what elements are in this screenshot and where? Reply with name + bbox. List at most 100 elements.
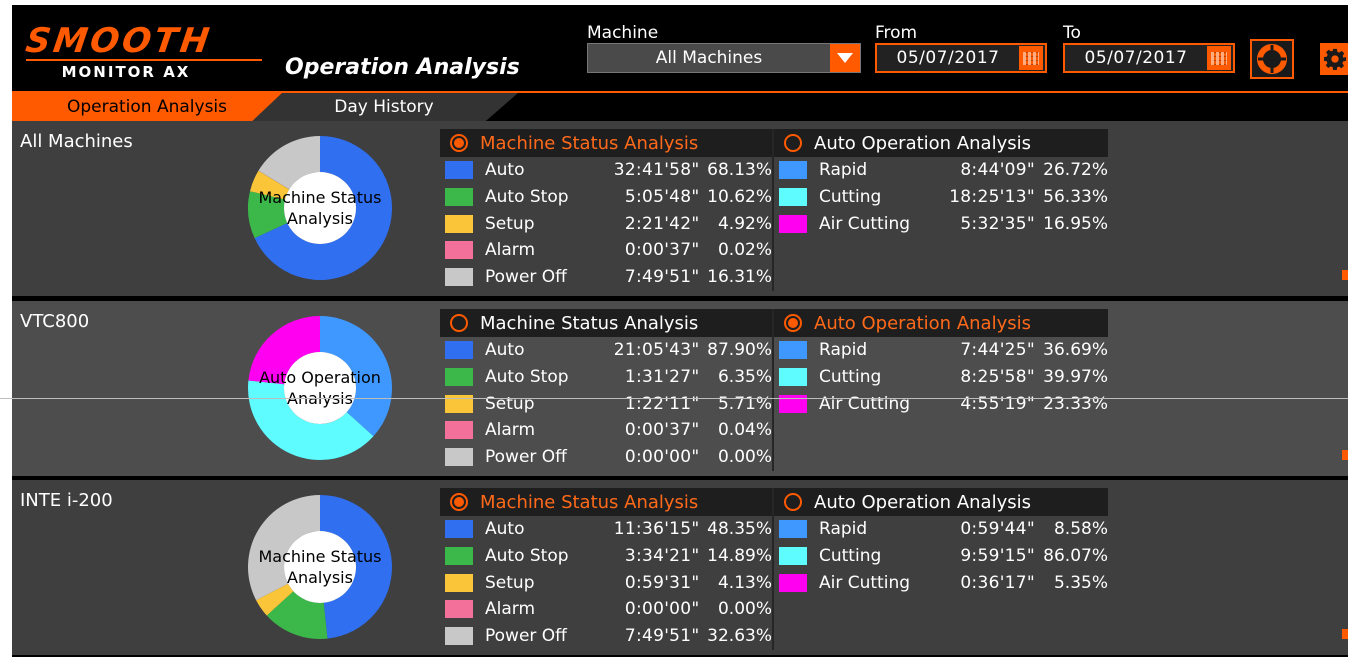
row-label: Setup: [485, 572, 535, 593]
auto-operation-table: Auto Operation Analysis Rapid 7:44'25" 3…: [774, 309, 1108, 471]
status-row: Setup 0:59'31" 4.13%: [440, 569, 772, 596]
row-percent: 4.13%: [717, 572, 772, 593]
calendar-icon[interactable]: [1019, 46, 1043, 70]
auto-operation-title: Auto Operation Analysis: [814, 132, 1031, 154]
row-time: 1:31'27": [624, 367, 700, 388]
auto-operation-table: Auto Operation Analysis Rapid 8:44'09" 2…: [774, 129, 1108, 291]
machine-status-radio[interactable]: Machine Status Analysis: [440, 309, 772, 337]
machine-status-title: Machine Status Analysis: [480, 491, 699, 513]
row-percent: 26.72%: [1043, 160, 1108, 181]
row-percent: 0.00%: [717, 599, 772, 620]
color-swatch: [445, 341, 473, 360]
status-row: Auto Stop 5:05'48" 10.62%: [440, 184, 772, 211]
row-label: Cutting: [819, 546, 882, 567]
row-time: 32:41'58": [613, 160, 700, 181]
status-row: Alarm 0:00'00" 0.00%: [440, 596, 772, 623]
auto-row: Air Cutting 4:55'19" 23.33%: [774, 390, 1108, 417]
row-percent: 36.69%: [1043, 340, 1108, 361]
radio-icon: [450, 493, 468, 511]
color-swatch: [445, 241, 473, 260]
row-label: Power Off: [485, 626, 567, 647]
header: SMOOTH MONITOR AX Operation Analysis Mac…: [12, 5, 1348, 91]
expand-marker[interactable]: [1342, 270, 1348, 280]
expand-marker[interactable]: [1342, 629, 1348, 639]
row-time: 7:44'25": [960, 340, 1036, 361]
app-window: SMOOTH MONITOR AX Operation Analysis Mac…: [12, 5, 1348, 657]
machine-label: Machine: [587, 23, 659, 43]
settings-button[interactable]: [1320, 43, 1348, 75]
status-row: Auto 21:05'43" 87.90%: [440, 337, 772, 364]
color-swatch: [779, 368, 807, 387]
donut-svg: [247, 495, 392, 639]
machine-status-title: Machine Status Analysis: [480, 312, 699, 334]
to-label: To: [1063, 23, 1081, 43]
row-percent: 86.07%: [1043, 546, 1108, 567]
color-swatch: [779, 547, 807, 566]
row-label: Air Cutting: [819, 393, 911, 414]
divider-line: [0, 398, 1348, 399]
row-percent: 48.35%: [707, 519, 772, 540]
row-percent: 6.35%: [717, 367, 772, 388]
calendar-icon[interactable]: [1207, 46, 1231, 70]
color-swatch: [779, 573, 807, 592]
row-label: Alarm: [485, 599, 536, 620]
radio-icon: [784, 134, 802, 152]
row-time: 0:36'17": [960, 572, 1036, 593]
row-label: Auto Stop: [485, 546, 569, 567]
status-row: Auto Stop 1:31'27" 6.35%: [440, 364, 772, 391]
color-swatch: [445, 627, 473, 646]
radio-icon: [450, 134, 468, 152]
row-percent: 16.31%: [707, 267, 772, 288]
row-label: Power Off: [485, 447, 567, 468]
to-date-field[interactable]: 05/07/2017: [1063, 43, 1235, 73]
donut-chart: Machine Status Analysis: [247, 135, 393, 281]
donut-hole: [284, 531, 356, 603]
row-label: Setup: [485, 213, 535, 234]
row-time: 5:32'35": [960, 213, 1036, 234]
machine-select-value: All Machines: [655, 48, 763, 68]
row-label: Auto Stop: [485, 367, 569, 388]
machine-select[interactable]: All Machines: [587, 43, 861, 73]
color-swatch: [445, 600, 473, 619]
row-time: 2:21'42": [624, 213, 700, 234]
row-percent: 87.90%: [707, 340, 772, 361]
color-swatch: [445, 214, 473, 233]
auto-operation-radio[interactable]: Auto Operation Analysis: [774, 488, 1108, 516]
tab-operation-analysis[interactable]: Operation Analysis: [12, 93, 282, 121]
from-date-field[interactable]: 05/07/2017: [875, 43, 1047, 73]
chevron-down-icon[interactable]: [830, 44, 860, 72]
color-swatch: [779, 161, 807, 180]
auto-row: Cutting 9:59'15" 86.07%: [774, 543, 1108, 570]
donut-svg: [248, 316, 392, 460]
auto-operation-radio[interactable]: Auto Operation Analysis: [774, 129, 1108, 157]
row-label: Air Cutting: [819, 213, 911, 234]
color-swatch: [445, 368, 473, 387]
donut-chart: Machine Status Analysis: [247, 494, 393, 640]
row-label: Auto Stop: [485, 187, 569, 208]
machine-panel: INTE i-200 Machine Status Analysis Machi…: [12, 480, 1348, 655]
donut-chart: Auto Operation Analysis: [247, 315, 393, 461]
row-percent: 39.97%: [1043, 367, 1108, 388]
row-time: 4:55'19": [960, 393, 1036, 414]
row-time: 0:00'00": [624, 447, 700, 468]
row-label: Cutting: [819, 367, 882, 388]
row-time: 8:44'09": [960, 160, 1036, 181]
tab-bar: Operation Analysis Day History: [12, 91, 1348, 121]
auto-operation-table: Auto Operation Analysis Rapid 0:59'44" 8…: [774, 488, 1108, 650]
machine-panel: VTC800 Auto Operation Analysis Machine S…: [12, 301, 1348, 476]
machine-status-radio[interactable]: Machine Status Analysis: [440, 488, 772, 516]
row-percent: 32.63%: [707, 626, 772, 647]
run-analysis-button[interactable]: [1250, 39, 1294, 79]
machine-status-radio[interactable]: Machine Status Analysis: [440, 129, 772, 157]
row-label: Alarm: [485, 240, 536, 261]
radio-icon: [784, 314, 802, 332]
color-swatch: [445, 161, 473, 180]
auto-operation-radio[interactable]: Auto Operation Analysis: [774, 309, 1108, 337]
expand-marker[interactable]: [1342, 450, 1348, 460]
machine-status-table: Machine Status Analysis Auto 11:36'15" 4…: [440, 488, 774, 650]
auto-row: Rapid 7:44'25" 36.69%: [774, 337, 1108, 364]
color-swatch: [445, 520, 473, 539]
row-label: Cutting: [819, 187, 882, 208]
row-percent: 0.00%: [717, 447, 772, 468]
tab-day-history[interactable]: Day History: [250, 93, 518, 121]
